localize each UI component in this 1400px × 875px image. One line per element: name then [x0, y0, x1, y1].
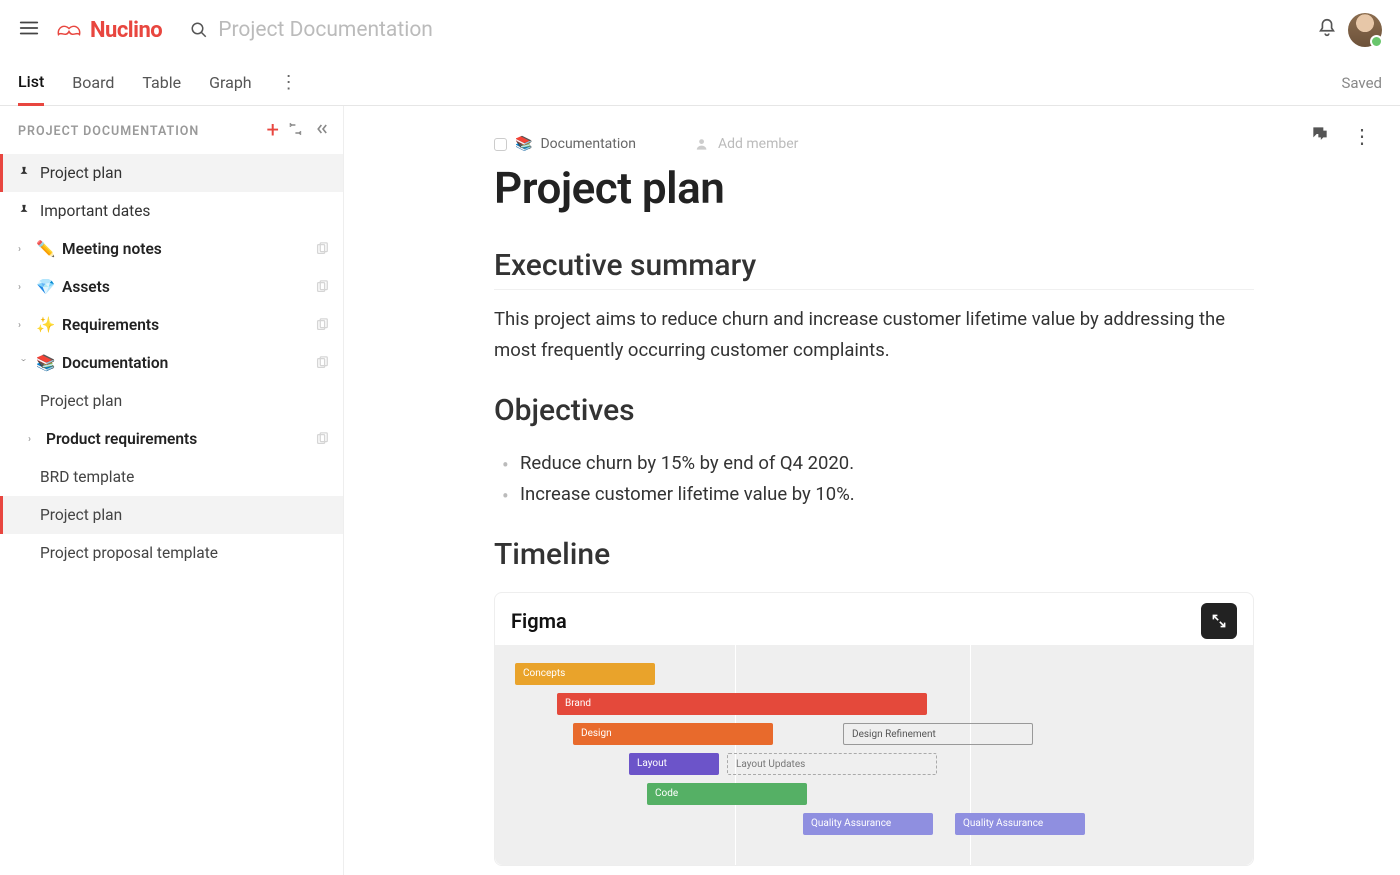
tree-label: Assets	[62, 278, 307, 296]
gantt-bar: Layout Updates	[727, 753, 937, 775]
copy-icon[interactable]	[315, 318, 329, 332]
sidebar: PROJECT DOCUMENTATION + Project plan Imp…	[0, 106, 344, 875]
content-actions: ⋮	[1310, 124, 1372, 148]
gantt-bar: Design	[573, 723, 773, 745]
checkbox-icon[interactable]	[494, 138, 507, 151]
search-field[interactable]: Project Documentation	[190, 18, 433, 42]
tree-label: Project plan	[40, 392, 329, 410]
tree-label: Project plan	[40, 506, 329, 524]
gantt-bar: Concepts	[515, 663, 655, 685]
add-member-button[interactable]: Add member	[696, 136, 798, 152]
emoji-icon: 📚	[36, 354, 54, 372]
tabs-more-icon[interactable]: ⋮	[280, 72, 298, 93]
pinned-item[interactable]: Important dates	[0, 192, 343, 230]
brand-logo[interactable]: Nuclino	[54, 18, 162, 43]
gantt-bar: Quality Assurance	[803, 813, 933, 835]
tab-list[interactable]: List	[18, 60, 44, 106]
tree-label: Meeting notes	[62, 240, 307, 258]
sidebar-header: PROJECT DOCUMENTATION +	[0, 106, 343, 152]
tree-child[interactable]: Project proposal template	[0, 534, 343, 572]
copy-icon[interactable]	[315, 280, 329, 294]
copy-icon[interactable]	[315, 356, 329, 370]
expand-icon[interactable]	[289, 122, 305, 140]
tab-table[interactable]: Table	[142, 61, 181, 104]
topbar: Nuclino Project Documentation	[0, 0, 1400, 60]
notifications-icon[interactable]	[1316, 17, 1338, 43]
menu-icon[interactable]	[18, 17, 40, 43]
tree-label: Requirements	[62, 316, 307, 334]
more-icon[interactable]: ⋮	[1352, 124, 1372, 148]
tree-item-assets[interactable]: › 💎 Assets	[0, 268, 343, 306]
gantt-bar: Design Refinement	[843, 723, 1033, 745]
breadcrumb[interactable]: 📚 Documentation	[494, 136, 636, 152]
caret-icon: ›	[18, 244, 28, 255]
sidebar-title: PROJECT DOCUMENTATION	[18, 124, 257, 139]
tree-item-documentation[interactable]: › 📚 Documentation	[0, 344, 343, 382]
caret-icon: ›	[18, 282, 28, 293]
add-page-icon[interactable]: +	[267, 120, 279, 142]
tree-child[interactable]: Project plan	[0, 382, 343, 420]
expand-embed-button[interactable]	[1201, 603, 1237, 639]
pin-icon	[18, 166, 32, 180]
emoji-icon: ✨	[36, 316, 54, 334]
gantt-bar: Quality Assurance	[955, 813, 1085, 835]
emoji-icon: 💎	[36, 278, 54, 296]
caret-icon: ›	[28, 434, 38, 445]
caret-down-icon: ›	[18, 358, 29, 368]
tree-item-requirements[interactable]: › ✨ Requirements	[0, 306, 343, 344]
tab-board[interactable]: Board	[72, 61, 114, 104]
objective-item: Increase customer lifetime value by 10%.	[506, 479, 1254, 510]
objectives-list: Reduce churn by 15% by end of Q4 2020. I…	[494, 448, 1254, 511]
section-heading-obj: Objectives	[494, 393, 1254, 434]
copy-icon[interactable]	[315, 242, 329, 256]
search-placeholder: Project Documentation	[218, 18, 433, 42]
tab-graph[interactable]: Graph	[209, 61, 252, 104]
breadcrumb-text: Documentation	[540, 136, 636, 152]
doc-meta: 📚 Documentation Add member	[494, 136, 1254, 152]
pinned-label: Important dates	[40, 202, 329, 220]
pinned-label: Project plan	[40, 164, 329, 182]
document: 📚 Documentation Add member Project plan …	[494, 136, 1254, 866]
gantt-bar: Brand	[557, 693, 927, 715]
section-heading-timeline: Timeline	[494, 537, 1254, 578]
tree-child[interactable]: BRD template	[0, 458, 343, 496]
figma-title: Figma	[511, 609, 567, 633]
tree-label: Product requirements	[46, 430, 307, 448]
content-area: ⋮ 📚 Documentation Add member Project pla…	[344, 106, 1400, 875]
brand-name: Nuclino	[90, 18, 162, 43]
sidebar-tree: Project plan Important dates › ✏️ Meetin…	[0, 152, 343, 572]
objective-item: Reduce churn by 15% by end of Q4 2020.	[506, 448, 1254, 479]
gantt-bar: Code	[647, 783, 807, 805]
caret-icon: ›	[18, 320, 28, 331]
emoji-icon: ✏️	[36, 240, 54, 258]
gantt-bar: Layout	[629, 753, 719, 775]
tree-child[interactable]: › Product requirements	[0, 420, 343, 458]
view-tabs: List Board Table Graph ⋮ Saved	[0, 60, 1400, 106]
figma-header: Figma	[495, 593, 1253, 645]
comments-icon[interactable]	[1310, 124, 1330, 148]
tree-label: Project proposal template	[40, 544, 329, 562]
copy-icon[interactable]	[315, 432, 329, 446]
section-heading-exec: Executive summary	[494, 248, 1254, 290]
figma-embed: Figma Concepts Brand Design Design Refineme…	[494, 592, 1254, 866]
saved-status: Saved	[1341, 74, 1382, 92]
page-title: Project plan	[494, 162, 1254, 214]
search-icon	[190, 21, 208, 39]
user-avatar[interactable]	[1348, 13, 1382, 47]
breadcrumb-emoji: 📚	[515, 136, 532, 152]
tree-child-active[interactable]: Project plan	[0, 496, 343, 534]
pin-icon	[18, 204, 32, 218]
exec-body: This project aims to reduce churn and in…	[494, 304, 1254, 367]
tree-label: Documentation	[62, 354, 307, 372]
collapse-sidebar-icon[interactable]	[315, 122, 331, 140]
gantt-chart: Concepts Brand Design Design Refinement Layo…	[495, 645, 1253, 865]
pinned-item[interactable]: Project plan	[0, 154, 343, 192]
add-member-label: Add member	[718, 136, 798, 152]
tree-label: BRD template	[40, 468, 329, 486]
main-layout: PROJECT DOCUMENTATION + Project plan Imp…	[0, 106, 1400, 875]
tree-item-meeting-notes[interactable]: › ✏️ Meeting notes	[0, 230, 343, 268]
